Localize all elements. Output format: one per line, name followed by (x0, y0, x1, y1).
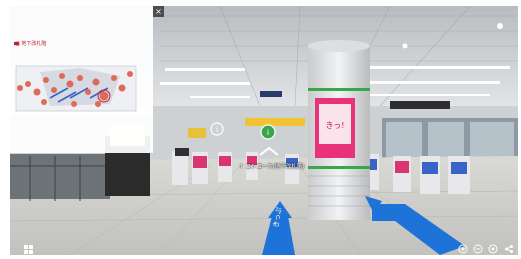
grid-menu-icon[interactable] (24, 245, 33, 254)
floor-map-icon[interactable] (10, 6, 153, 153)
floor-label: ↑ コンコース(地下改札階) (239, 162, 304, 170)
close-map-button[interactable]: × (153, 6, 164, 17)
info-hotspot-left-icon: i (216, 126, 218, 134)
floor-map-panel[interactable]: ■ 地下改札階 (10, 6, 153, 153)
pillar: きっ! (308, 40, 370, 220)
close-icon: × (155, 7, 162, 16)
zoom-out-icon[interactable] (473, 244, 483, 254)
share-icon[interactable] (504, 244, 514, 254)
poster-text: きっ! (326, 121, 345, 130)
floor-label-text: コンコース(地下改札階) (245, 164, 305, 170)
fullscreen-icon[interactable] (488, 244, 498, 254)
info-hotspot-center-icon: i (267, 128, 269, 137)
zoom-in-icon[interactable] (458, 244, 468, 254)
panorama-viewer[interactable]: きっ! きっぷ i i ■ 地下改札階 × ↑ コンコース(地下改札階) (10, 6, 518, 255)
